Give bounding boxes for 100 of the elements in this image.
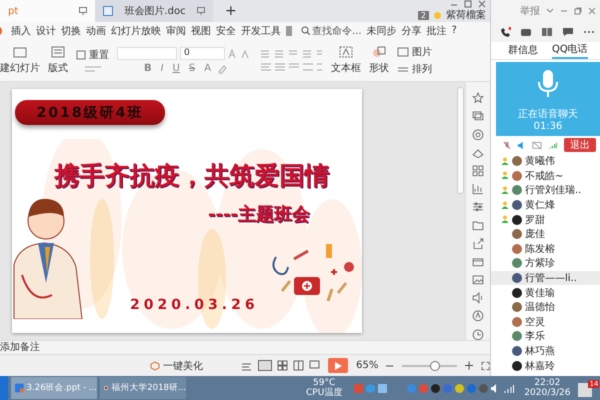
panel-tab[interactable]: 群信息 xyxy=(508,43,538,58)
close-icon[interactable] xyxy=(478,0,486,8)
start-button[interactable] xyxy=(0,376,8,400)
member-row[interactable]: 空灵 xyxy=(491,314,600,330)
member-row[interactable]: 李乐 xyxy=(491,329,600,344)
report-link[interactable]: 举报 xyxy=(520,4,540,18)
comment-view-icon[interactable] xyxy=(309,360,320,372)
phone-icon[interactable] xyxy=(501,27,511,37)
toolbar-link[interactable]: ? xyxy=(452,25,457,36)
member-row[interactable]: 林嘉玲 xyxy=(491,358,600,373)
menu-item[interactable]: 开发工具 xyxy=(241,24,281,38)
fit-window-icon[interactable] xyxy=(480,360,490,371)
menu-item[interactable]: 插入 xyxy=(11,24,31,38)
call-time: 01:36 xyxy=(534,121,562,132)
zoom-level[interactable]: 65% xyxy=(356,360,378,372)
toolbar-link[interactable]: 批注 xyxy=(426,24,447,38)
message-icon[interactable] xyxy=(562,27,574,37)
avatar-icon xyxy=(512,288,522,298)
menu-item[interactable]: 动画 xyxy=(86,24,106,38)
beautify-button[interactable]: 一键美化 xyxy=(150,358,203,373)
folder-icon[interactable] xyxy=(472,219,484,232)
member-row[interactable]: 黄曦伟 xyxy=(491,154,600,169)
member-row[interactable]: 黄佳瑜 xyxy=(491,285,600,300)
clock-icon[interactable] xyxy=(472,328,484,340)
network-icon[interactable] xyxy=(504,384,514,392)
reset-button[interactable]: 重置 xyxy=(76,48,109,62)
maximize-icon[interactable] xyxy=(464,0,472,8)
font-name-field[interactable] xyxy=(117,47,177,60)
scrollbar-thumb[interactable] xyxy=(457,87,464,194)
share-icon[interactable] xyxy=(472,238,484,250)
sliders-icon[interactable] xyxy=(472,201,484,213)
clock[interactable]: 22:02 2020/3/26 xyxy=(524,378,570,398)
video-icon[interactable] xyxy=(520,27,532,37)
window-count-badge[interactable]: 2 xyxy=(418,10,429,20)
toolbar-link[interactable]: 分享 xyxy=(402,24,422,38)
star-icon[interactable] xyxy=(472,92,484,104)
member-row[interactable]: 林巧燕 xyxy=(491,344,600,358)
normal-view-icon[interactable] xyxy=(258,360,272,372)
monitor-icon[interactable] xyxy=(197,7,205,15)
new-slide-button[interactable]: 建幻灯片 xyxy=(0,61,40,76)
member-row[interactable]: 行管——li.. xyxy=(491,270,600,286)
notes-toggle-icon[interactable] xyxy=(241,360,253,371)
member-row[interactable]: 行管刘佳瑞.. xyxy=(491,183,600,198)
document-tab[interactable]: 班会图片.doc xyxy=(95,0,213,22)
stack-icon[interactable] xyxy=(472,146,484,158)
zoom-in-icon[interactable] xyxy=(464,361,473,370)
command-search[interactable]: 查找命令... xyxy=(301,24,362,38)
member-row[interactable]: 不戒皓~ xyxy=(491,168,600,184)
member-row[interactable]: 黄仁烽 xyxy=(491,198,600,212)
member-row[interactable]: 方紫珍 xyxy=(491,256,600,271)
new-slide-icon[interactable] xyxy=(13,46,27,58)
shape-button[interactable]: 形状 xyxy=(369,61,389,76)
monitor-icon[interactable] xyxy=(79,7,87,15)
grid-icon[interactable] xyxy=(472,164,484,177)
notes-field[interactable]: 添加备注 xyxy=(0,340,490,354)
taskbar-app[interactable]: 福州大学2018研... xyxy=(100,377,186,399)
member-row[interactable]: 温德怡 xyxy=(491,300,600,315)
slides-icon[interactable] xyxy=(472,110,484,122)
camera-off-icon[interactable] xyxy=(532,140,542,150)
exit-button[interactable]: 退出 xyxy=(564,138,596,152)
picture-button[interactable]: 图片 xyxy=(397,45,432,60)
close-icon[interactable] xyxy=(588,7,596,15)
play-button[interactable] xyxy=(328,358,348,374)
menu-item[interactable]: 安全 xyxy=(216,24,236,38)
layout-button[interactable]: 版式 xyxy=(48,61,68,76)
speaker-icon[interactable] xyxy=(517,140,525,150)
microphone-off-icon[interactable] xyxy=(503,140,510,150)
reset-icon xyxy=(76,50,86,60)
zoom-slider-thumb[interactable] xyxy=(430,360,440,371)
layout-icon[interactable] xyxy=(51,46,65,58)
menu-item[interactable]: 切换 xyxy=(61,24,81,38)
reading-view-icon[interactable] xyxy=(293,360,304,372)
textbox-icon[interactable] xyxy=(339,46,353,58)
file-tray-icon[interactable] xyxy=(378,384,388,392)
menu-item[interactable]: 设计 xyxy=(36,24,56,38)
image-icon[interactable] xyxy=(472,274,484,286)
picture-icon xyxy=(397,47,409,58)
toolbar-link[interactable]: 未同步 xyxy=(366,24,397,38)
member-row[interactable]: 陈发榕 xyxy=(491,242,600,256)
panel-tab[interactable]: QQ电话 xyxy=(552,42,588,59)
arrange-button[interactable]: 排列 xyxy=(397,62,432,76)
speaker-icon[interactable] xyxy=(472,292,484,304)
new-tab-button[interactable]: + xyxy=(213,3,249,19)
restore-icon[interactable] xyxy=(574,7,582,15)
menu-item[interactable]: 审阅 xyxy=(166,24,186,38)
chevron-down-icon[interactable] xyxy=(546,7,554,15)
textbox-button[interactable]: 文本框 xyxy=(331,61,361,76)
shape-icon[interactable] xyxy=(372,46,386,58)
member-row[interactable]: 罗甜 xyxy=(491,212,600,227)
chart-icon[interactable] xyxy=(472,183,484,195)
member-row[interactable]: 庞佳 xyxy=(491,226,600,242)
target-icon[interactable] xyxy=(472,128,484,140)
menu-item[interactable]: 视图 xyxy=(191,24,211,38)
panel-icon[interactable] xyxy=(472,256,484,268)
screen-icon[interactable] xyxy=(541,27,553,37)
call-status: 正在语音聊天 xyxy=(518,108,578,121)
menu-item[interactable]: 幻灯片放映 xyxy=(111,24,161,38)
sorter-view-icon[interactable] xyxy=(277,360,288,372)
font-size-field[interactable]: 0 xyxy=(180,47,225,60)
user-name[interactable]: 紫荷榴案 xyxy=(446,8,486,22)
